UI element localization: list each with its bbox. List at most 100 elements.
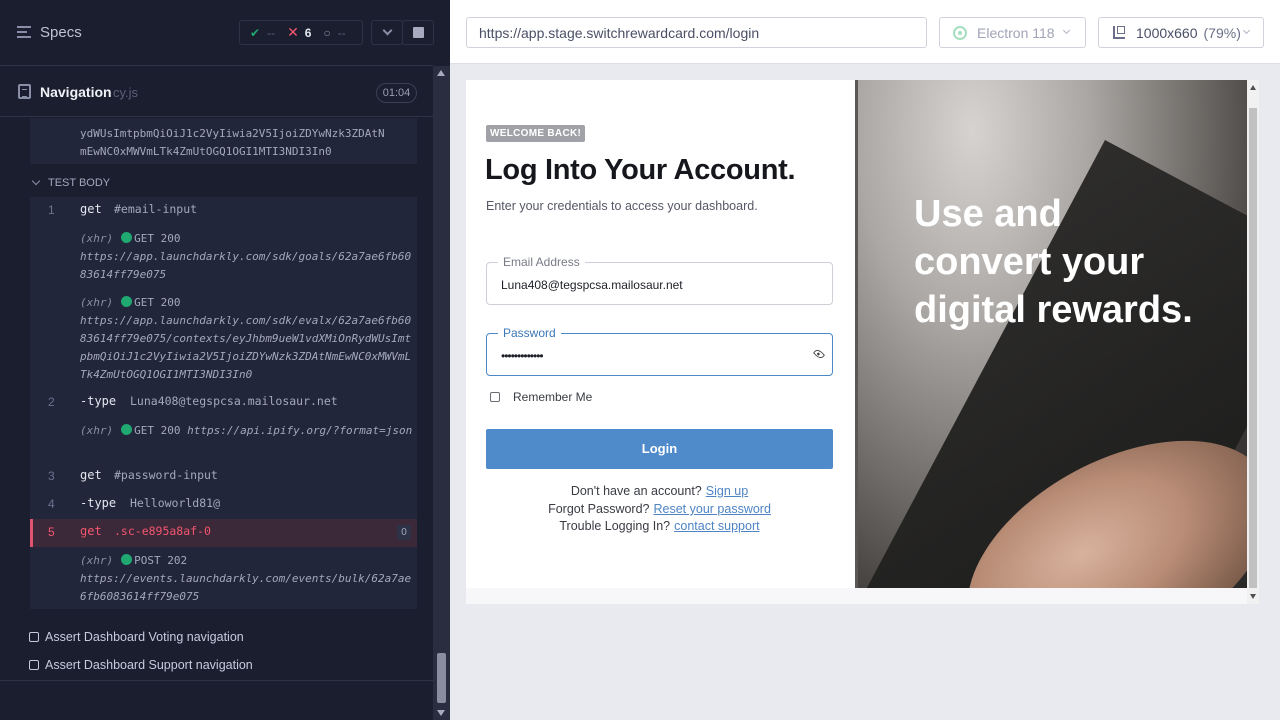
forgot-line: Forgot Password? Reset your password: [486, 502, 833, 516]
xhr-url: https://app.launchdarkly.com/sdk/goals/6…: [80, 250, 412, 281]
caret-down-icon: [31, 176, 41, 186]
email-label: Email Address: [498, 255, 585, 269]
pending-count: --: [337, 25, 346, 40]
failed-command-row[interactable]: 5 get .sc-e895a8af-0 0: [30, 519, 417, 547]
run-stats: ✔ -- ✕ 6 ○ --: [239, 20, 363, 45]
browser-selector[interactable]: Electron 118: [939, 17, 1086, 48]
scroll-down-icon[interactable]: [437, 710, 445, 716]
contact-support-link[interactable]: contact support: [674, 519, 759, 533]
command-number: 1: [48, 203, 55, 217]
passed-count: --: [267, 25, 276, 40]
viewport-size: 1000x660: [1136, 25, 1198, 41]
remember-label: Remember Me: [513, 390, 593, 404]
hero-image: Use and convert your digital rewards.: [855, 80, 1247, 588]
stop-button[interactable]: [402, 20, 434, 45]
stop-icon: [413, 27, 424, 38]
xhr-method: GET 200: [134, 424, 181, 437]
specs-list-icon[interactable]: [17, 26, 31, 38]
xhr-entry[interactable]: (xhr) GET 200 https://api.ipify.org/?form…: [80, 422, 415, 440]
remember-me[interactable]: Remember Me: [490, 390, 592, 404]
status-dot-icon: [121, 554, 133, 565]
email-input[interactable]: Luna408@tegspcsa.mailosaur.net: [501, 278, 683, 292]
xhr-url: https://app.launchdarkly.com/sdk/evalx/6…: [80, 314, 412, 381]
reporter-header: Specs ✔ -- ✕ 6 ○ --: [0, 0, 434, 66]
signup-prompt: Don't have an account?: [570, 484, 702, 498]
reporter-scrollbar[interactable]: [433, 66, 450, 720]
test-item[interactable]: Assert Dashboard Support navigation: [29, 658, 253, 672]
reporter-panel: Specs ✔ -- ✕ 6 ○ -- Navigation cy.js 01:…: [0, 0, 434, 720]
command-row[interactable]: 4 -type Helloworld81@: [30, 491, 417, 517]
scroll-up-icon[interactable]: [437, 70, 445, 76]
xhr-url: https://events.launchdarkly.com/events/b…: [80, 572, 412, 603]
duration-badge: 01:04: [376, 83, 417, 103]
command-log: ydWUsImtpbmQiOiJ1c2VyIiwia2V5IjoiZDYwNzk…: [0, 118, 433, 681]
spec-header[interactable]: Navigation cy.js 01:04: [0, 67, 433, 117]
zoom-level: (79%): [1203, 25, 1241, 41]
password-input[interactable]: •••••••••••••: [501, 349, 544, 363]
spec-ext: cy.js: [113, 85, 139, 100]
xhr-entry[interactable]: (xhr) GET 200 https://app.launchdarkly.co…: [80, 294, 415, 384]
login-button[interactable]: Login: [486, 429, 833, 469]
command-arg: Luna408@tegspcsa.mailosaur.net: [130, 394, 338, 408]
command-name: -type: [80, 496, 117, 510]
remember-checkbox[interactable]: [490, 392, 500, 402]
command-arg: #password-input: [114, 468, 218, 482]
command-number: 4: [48, 497, 55, 511]
command-row[interactable]: 3 get #password-input: [30, 463, 417, 489]
status-dot-icon: [121, 424, 133, 435]
test-body-header[interactable]: TEST BODY: [30, 176, 111, 189]
command-name: -type: [80, 394, 117, 408]
previous-xhr-tail: ydWUsImtpbmQiOiJ1c2VyIiwia2V5IjoiZDYwNzk…: [30, 118, 417, 164]
spec-name: Navigation: [40, 84, 112, 100]
command-arg: #email-input: [114, 202, 198, 216]
xhr-tag: (xhr): [80, 554, 114, 567]
electron-icon: [953, 26, 967, 40]
viewport-info[interactable]: 1000x660 (79%): [1098, 17, 1264, 48]
trouble-line: Trouble Logging In? contact support: [486, 519, 833, 533]
password-label: Password: [498, 326, 561, 340]
element-count-badge: 0: [397, 525, 411, 540]
command-row[interactable]: 1 get #email-input: [30, 197, 417, 223]
chevron-down-icon: [1062, 26, 1071, 35]
signup-line: Don't have an account? Sign up: [486, 484, 833, 498]
aut-frame: WELCOME BACK! Log Into Your Account. Ent…: [466, 80, 1259, 604]
chevron-down-icon: [382, 25, 393, 36]
reporter-footer: [0, 680, 433, 720]
xhr-entry[interactable]: (xhr) POST 202 https://events.launchdarkl…: [80, 552, 415, 606]
collapse-button[interactable]: [371, 20, 403, 45]
command-arg: .sc-e895a8af-0: [114, 524, 211, 538]
scroll-down-icon[interactable]: [1250, 594, 1256, 599]
scroll-thumb[interactable]: [1249, 108, 1257, 588]
pending-icon: ○: [323, 25, 331, 40]
viewport-ruler-icon: [1113, 26, 1125, 39]
xhr-tag: (xhr): [80, 424, 114, 437]
password-field[interactable]: Password •••••••••••••: [486, 326, 833, 376]
hero-divider: [855, 80, 858, 588]
chevron-down-icon: [1242, 26, 1251, 35]
document-icon: [18, 84, 31, 99]
browser-label: Electron 118: [977, 25, 1055, 41]
reset-password-link[interactable]: Reset your password: [654, 502, 771, 516]
xhr-entry[interactable]: (xhr) GET 200 https://app.launchdarkly.co…: [80, 230, 415, 284]
specs-title[interactable]: Specs: [40, 24, 82, 41]
email-field[interactable]: Email Address Luna408@tegspcsa.mailosaur…: [486, 255, 833, 305]
test-title: Assert Dashboard Support navigation: [45, 658, 253, 672]
aut-toolbar: https://app.stage.switchrewardcard.com/l…: [450, 0, 1280, 64]
scroll-thumb[interactable]: [437, 653, 446, 703]
command-name: get: [80, 202, 102, 216]
test-status-icon: [29, 632, 39, 642]
log-line: mEwNC0xMWVmLTk4ZmUtOGQ1OGI1MTI3NDI3In0: [80, 145, 332, 158]
eye-icon[interactable]: [812, 347, 826, 361]
welcome-badge: WELCOME BACK!: [486, 125, 586, 142]
aut-panel: https://app.stage.switchrewardcard.com/l…: [450, 0, 1280, 720]
xhr-method: POST 202: [134, 554, 188, 567]
command-row[interactable]: 2 -type Luna408@tegspcsa.mailosaur.net: [30, 389, 417, 415]
signup-link[interactable]: Sign up: [706, 484, 748, 498]
command-arg: Helloworld81@: [130, 496, 221, 510]
section-label: TEST BODY: [48, 177, 111, 189]
frame-scrollbar[interactable]: [1247, 80, 1259, 604]
xhr-tag: (xhr): [80, 296, 114, 309]
test-item[interactable]: Assert Dashboard Voting navigation: [29, 630, 244, 644]
scroll-up-icon[interactable]: [1250, 85, 1256, 90]
url-bar[interactable]: https://app.stage.switchrewardcard.com/l…: [466, 17, 927, 48]
